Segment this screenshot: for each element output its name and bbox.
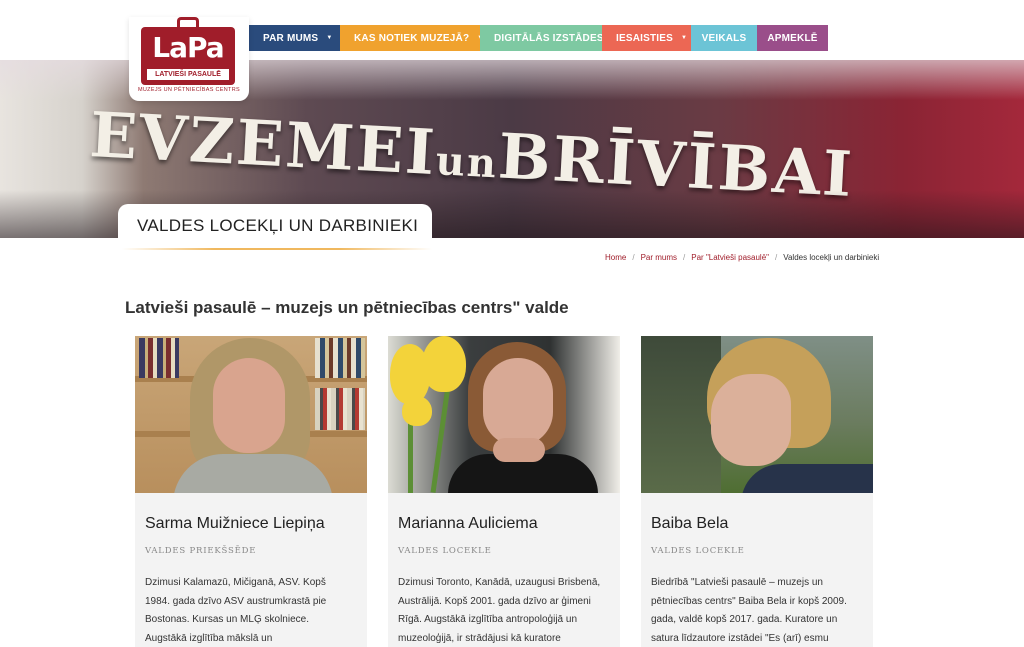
bio-line: satura līdzautore izstādei "Es (arī) esm… — [651, 632, 829, 644]
bio-line: gada, valdē kopš 2017. gada. Kuratore un — [651, 614, 838, 625]
tulip-flower — [422, 336, 466, 392]
bio-line: Biedrībā "Latvieši pasaulē – muzejs un — [651, 577, 823, 588]
nav-label: PAR MUMS — [263, 32, 319, 44]
member-card[interactable]: Sarma Muižniece Liepiņa VALDES PRIEKŠSĒD… — [135, 336, 367, 647]
bio-line: pētniecības centrs" Baiba Bela ir kopš 2… — [651, 595, 847, 607]
member-role: VALDES LOCEKLE — [398, 546, 492, 556]
books — [315, 388, 365, 430]
member-role: VALDES LOCEKLE — [651, 546, 745, 556]
logo-subtitle: MUZEJS UN PĒTNIECĪBAS CENTRS — [138, 87, 240, 93]
member-photo[interactable] — [641, 336, 873, 493]
bio-line: Rīgā. Augstākā izglītība antropoloģijā u… — [398, 614, 578, 625]
caret-down-icon: ▼ — [681, 35, 688, 41]
caret-down-icon: ▼ — [326, 35, 333, 41]
nav-item-kas-notiek[interactable]: KAS NOTIEK MUZEJĀ? ▼ — [340, 25, 483, 51]
member-name[interactable]: Marianna Auliciema — [398, 515, 538, 533]
person-face — [213, 358, 285, 453]
bio-line: Dzimusi Kalamazū, Mičiganā, ASV. Kopš — [145, 577, 326, 588]
person-body — [741, 464, 873, 493]
member-card[interactable]: Baiba Bela VALDES LOCEKLE Biedrībā "Latv… — [641, 336, 873, 647]
breadcrumb-separator: / — [683, 252, 686, 262]
breadcrumb-par-mums[interactable]: Par mums — [641, 253, 677, 262]
breadcrumb-separator: / — [632, 252, 635, 262]
bio-line: muzeoloģijā, ir strādājusi kā kuratore — [398, 632, 561, 644]
main-nav: PAR MUMS ▼ KAS NOTIEK MUZEJĀ? ▼ DIGITĀLĀ… — [249, 25, 828, 51]
logo-text: LaPa — [152, 31, 224, 64]
page-title-card: VALDES LOCEKĻI UN DARBINIEKI — [118, 204, 432, 248]
nav-item-iesaisties[interactable]: IESAISTIES ▼ — [602, 25, 691, 51]
breadcrumb: Home / Par mums / Par "Latvieši pasaulē"… — [605, 251, 879, 263]
nav-label: KAS NOTIEK MUZEJĀ? — [354, 32, 470, 44]
nav-item-veikals[interactable]: VEIKALS — [691, 25, 757, 51]
bio-line: Austrālijā. Kopš 2001. gada dzīvo ar ģim… — [398, 595, 591, 607]
nav-item-par-mums[interactable]: PAR MUMS ▼ — [249, 25, 340, 51]
member-name[interactable]: Sarma Muižniece Liepiņa — [145, 515, 325, 533]
person-hands — [493, 438, 545, 462]
member-photo[interactable] — [135, 336, 367, 493]
nav-label: IESAISTIES — [616, 32, 674, 44]
member-bio: Dzimusi Kalamazū, Mičiganā, ASV. Kopš 19… — [145, 574, 359, 647]
member-bio: Biedrībā "Latvieši pasaulē – muzejs un p… — [651, 574, 865, 647]
hero-sign-part1: EVZEMEI — [88, 98, 439, 190]
breadcrumb-home[interactable]: Home — [605, 253, 626, 262]
nav-label: APMEKLĒ — [767, 32, 818, 44]
books — [315, 338, 365, 378]
person-face — [711, 374, 791, 466]
member-role: VALDES PRIEKŠSĒDE — [145, 546, 257, 556]
breadcrumb-separator: / — [775, 252, 778, 262]
bio-line: 1984. gada dzīvo ASV austrumkrastā pie — [145, 595, 327, 607]
site-logo[interactable]: LaPa LATVIEŠI PASAULĒ MUZEJS UN PĒTNIECĪ… — [129, 17, 249, 101]
member-name[interactable]: Baiba Bela — [651, 515, 728, 533]
bio-line: Bostonas. Kursas un MLĢ skolniece. — [145, 614, 309, 625]
nav-item-digitalas-izstades[interactable]: DIGITĀLĀS IZSTĀDES — [480, 25, 604, 51]
books — [139, 338, 179, 378]
member-card[interactable]: Marianna Auliciema VALDES LOCEKLE Dzimus… — [388, 336, 620, 647]
breadcrumb-current: Valdes locekļi un darbinieki — [783, 252, 880, 262]
bio-line: Dzimusi Toronto, Kanādā, uzaugusi Brisbe… — [398, 577, 601, 588]
tulip-flower — [402, 396, 432, 426]
section-title: Latvieši pasaulē – muzejs un pētniecības… — [125, 298, 569, 317]
person-face — [483, 358, 553, 446]
page-title: VALDES LOCEKĻI UN DARBINIEKI — [137, 216, 419, 235]
hero-sign-un: un — [434, 137, 500, 188]
logo-strip: LATVIEŠI PASAULĒ — [147, 69, 229, 80]
title-underline — [122, 248, 432, 250]
nav-item-apmekle[interactable]: APMEKLĒ — [757, 25, 828, 51]
page: PAR MUMS ▼ KAS NOTIEK MUZEJĀ? ▼ DIGITĀLĀ… — [0, 0, 1024, 647]
nav-label: VEIKALS — [701, 32, 747, 44]
member-photo[interactable] — [388, 336, 620, 493]
nav-label: DIGITĀLĀS IZSTĀDES — [494, 32, 604, 44]
member-bio: Dzimusi Toronto, Kanādā, uzaugusi Brisbe… — [398, 574, 612, 647]
breadcrumb-par-latviesi-pasaule[interactable]: Par "Latvieši pasaulē" — [691, 253, 769, 262]
logo-box: LaPa LATVIEŠI PASAULĒ — [141, 27, 235, 85]
bio-line: Augstākā izglītība mākslā un — [145, 632, 273, 644]
